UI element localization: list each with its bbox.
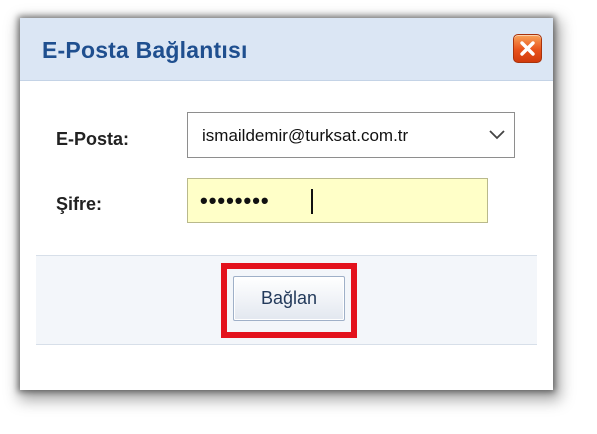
email-connection-dialog: E-Posta Bağlantısı E-Posta: ismaildemir@… xyxy=(20,18,553,390)
connect-button[interactable]: Bağlan xyxy=(233,276,345,321)
close-button[interactable] xyxy=(513,34,542,63)
password-label: Şifre: xyxy=(56,194,103,214)
email-selected-value: ismaildemir@turksat.com.tr xyxy=(202,126,409,145)
screenshot-stage: E-Posta Bağlantısı E-Posta: ismaildemir@… xyxy=(0,0,597,434)
email-select[interactable]: ismaildemir@turksat.com.tr xyxy=(187,112,515,158)
text-caret xyxy=(311,189,313,214)
password-input[interactable]: •••••••• xyxy=(187,178,488,223)
dialog-titlebar: E-Posta Bağlantısı xyxy=(20,18,553,81)
email-label: E-Posta: xyxy=(56,129,130,149)
login-form: E-Posta: ismaildemir@turksat.com.tr Şifr… xyxy=(20,81,553,254)
dialog-footer: Bağlan xyxy=(36,255,537,345)
close-icon xyxy=(520,41,535,56)
chevron-down-icon xyxy=(489,130,505,140)
dialog-title: E-Posta Bağlantısı xyxy=(42,37,248,63)
password-masked-value: •••••••• xyxy=(200,188,270,213)
